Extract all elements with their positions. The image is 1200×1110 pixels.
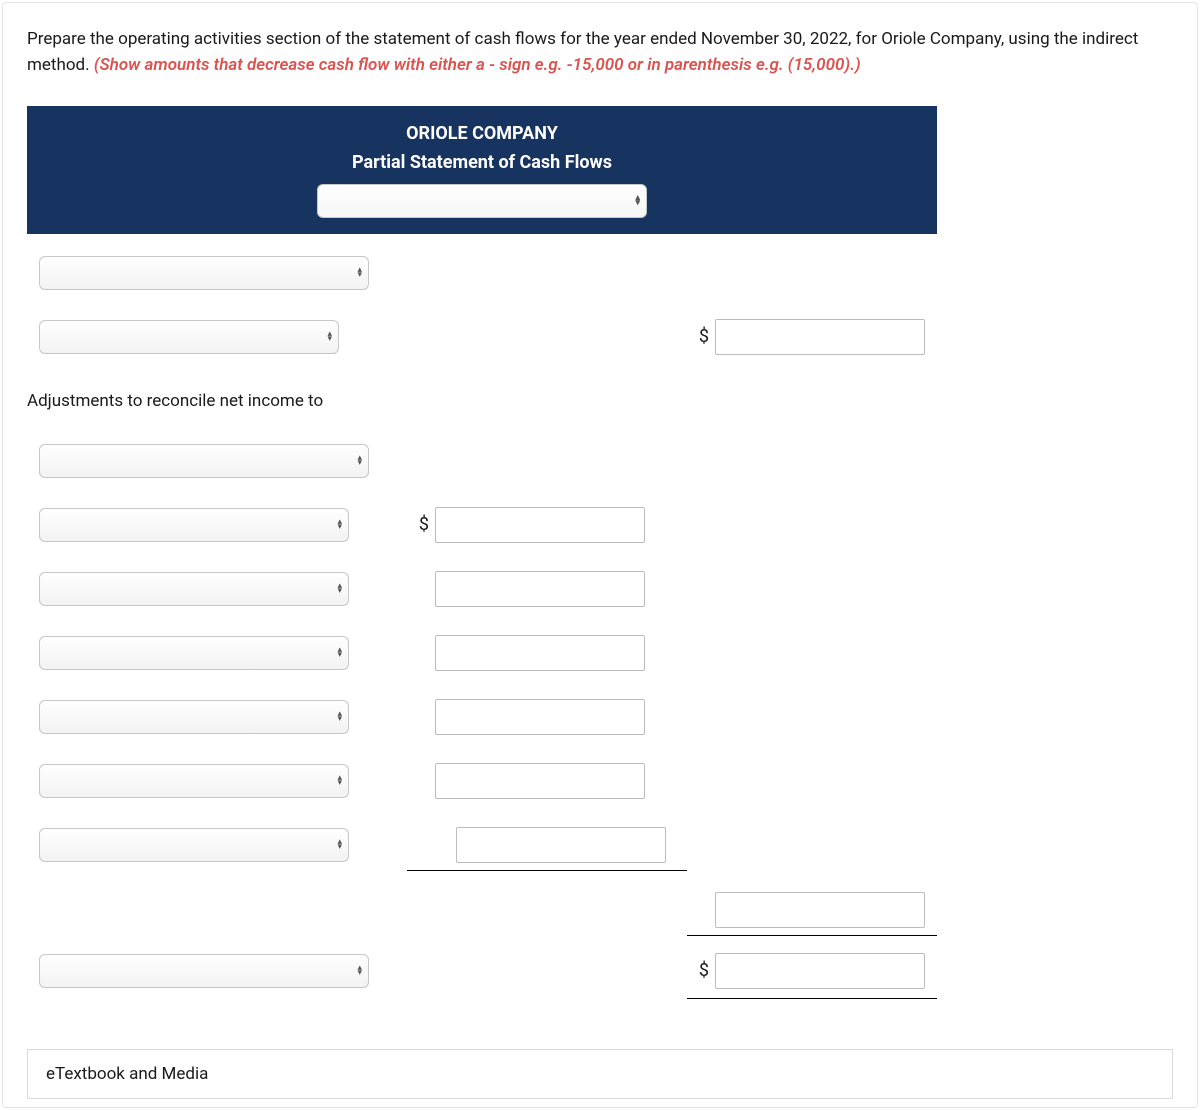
line-item-select[interactable]: ▴▾ bbox=[39, 508, 349, 542]
chevron-updown-icon: ▴▾ bbox=[357, 268, 362, 278]
statement-title: Partial Statement of Cash Flows bbox=[27, 149, 937, 178]
line-item-select[interactable]: ▴▾ bbox=[39, 700, 349, 734]
line-item-select[interactable]: ▴▾ bbox=[39, 636, 349, 670]
instructions-text: Prepare the operating activities section… bbox=[27, 27, 1173, 78]
instructions-hint: (Show amounts that decrease cash flow wi… bbox=[94, 55, 861, 75]
chevron-updown-icon: ▴▾ bbox=[337, 584, 342, 594]
chevron-updown-icon: ▴▾ bbox=[337, 712, 342, 722]
line-item-select[interactable]: ▴▾ bbox=[39, 572, 349, 606]
chevron-updown-icon: ▴▾ bbox=[337, 648, 342, 658]
amount-input[interactable] bbox=[435, 571, 645, 607]
statement-header: ORIOLE COMPANY Partial Statement of Cash… bbox=[27, 106, 937, 234]
amount-input[interactable] bbox=[435, 763, 645, 799]
currency-symbol: $ bbox=[407, 514, 435, 535]
subtotal-rule bbox=[407, 870, 687, 871]
amount-input[interactable] bbox=[715, 319, 925, 355]
line-item-select[interactable]: ▴▾ bbox=[39, 764, 349, 798]
chevron-updown-icon: ▴▾ bbox=[337, 520, 342, 530]
chevron-updown-icon: ▴▾ bbox=[337, 776, 342, 786]
etextbook-media-button[interactable]: eTextbook and Media bbox=[27, 1049, 1173, 1099]
amount-input[interactable] bbox=[435, 635, 645, 671]
amount-input[interactable] bbox=[435, 699, 645, 735]
chevron-updown-icon: ▴▾ bbox=[327, 332, 332, 342]
chevron-updown-icon: ▴▾ bbox=[635, 196, 640, 206]
amount-input[interactable] bbox=[456, 827, 666, 863]
line-item-select[interactable]: ▴▾ bbox=[39, 444, 369, 478]
total-line-select[interactable]: ▴▾ bbox=[39, 954, 369, 988]
chevron-updown-icon: ▴▾ bbox=[357, 966, 362, 976]
period-select[interactable]: ▴▾ bbox=[317, 184, 647, 218]
subtotal-input[interactable] bbox=[715, 892, 925, 928]
adjustments-label: Adjustments to reconcile net income to bbox=[27, 391, 323, 411]
section-heading-select[interactable]: ▴▾ bbox=[39, 256, 369, 290]
total-rule bbox=[687, 994, 937, 999]
amount-input[interactable] bbox=[435, 507, 645, 543]
subtotal-rule bbox=[687, 935, 937, 936]
chevron-updown-icon: ▴▾ bbox=[337, 840, 342, 850]
currency-symbol: $ bbox=[687, 326, 715, 347]
company-name: ORIOLE COMPANY bbox=[27, 120, 937, 149]
total-input[interactable] bbox=[715, 953, 925, 989]
currency-symbol: $ bbox=[687, 960, 715, 981]
cash-flow-panel: ORIOLE COMPANY Partial Statement of Cash… bbox=[27, 106, 937, 999]
line-item-select[interactable]: ▴▾ bbox=[39, 828, 349, 862]
chevron-updown-icon: ▴▾ bbox=[357, 456, 362, 466]
line-item-select[interactable]: ▴▾ bbox=[39, 320, 339, 354]
